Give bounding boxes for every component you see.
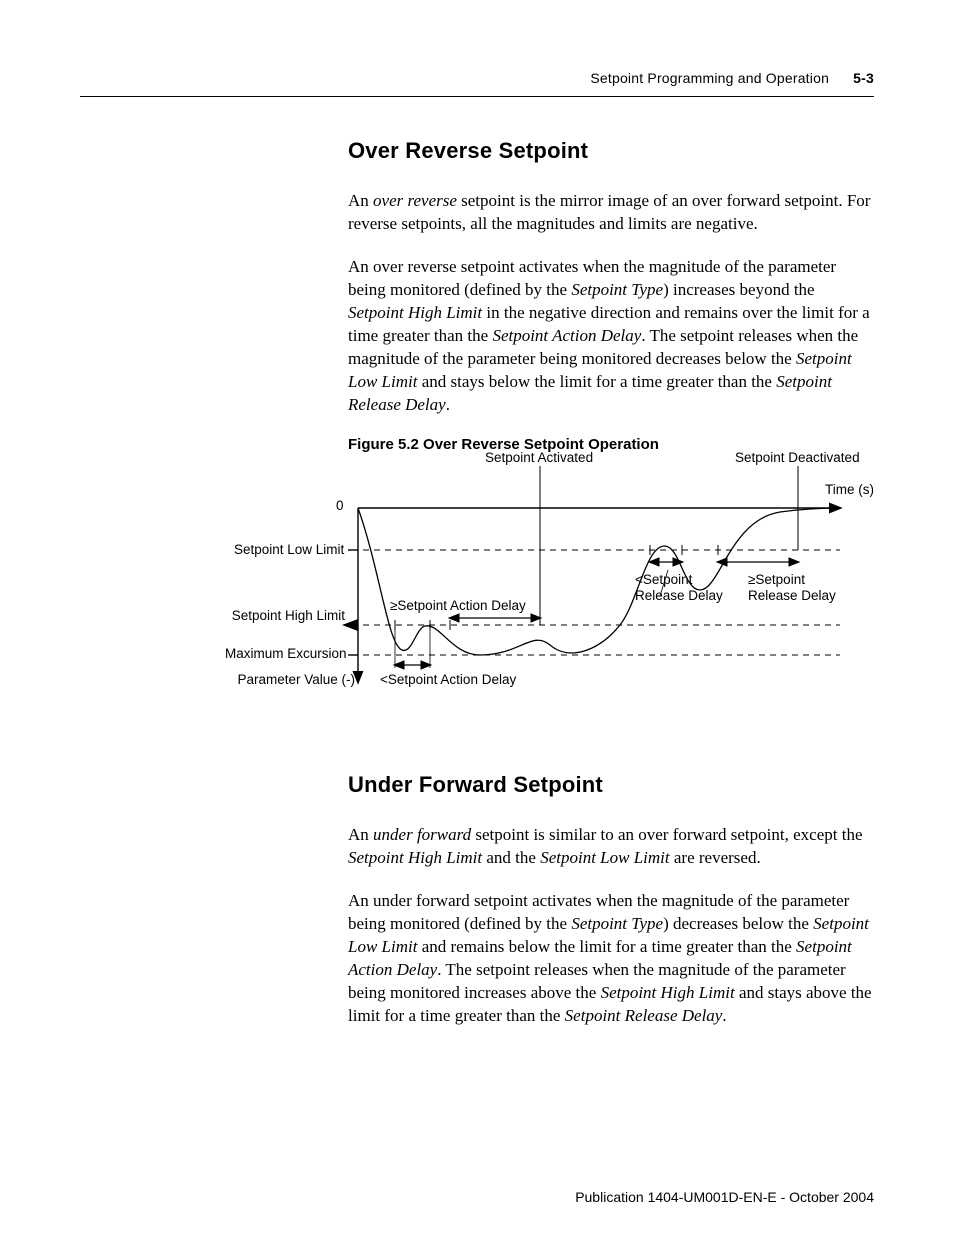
section-name: Setpoint Programming and Operation xyxy=(590,70,829,86)
publication-footer: Publication 1404-UM001D-EN-E - October 2… xyxy=(575,1189,874,1205)
text: setpoint is similar to an over forward s… xyxy=(471,825,862,844)
s2-p2: An under forward setpoint activates when… xyxy=(348,890,874,1028)
s2-p1: An under forward setpoint is similar to … xyxy=(348,824,874,870)
term: Setpoint High Limit xyxy=(348,848,482,867)
figure-diagram xyxy=(80,450,880,710)
term-over-reverse: over reverse xyxy=(373,191,457,210)
text: and stays below the limit for a time gre… xyxy=(417,372,776,391)
term: Setpoint High Limit xyxy=(601,983,735,1002)
text: An xyxy=(348,191,373,210)
header-rule xyxy=(80,96,874,97)
text: and remains below the limit for a time g… xyxy=(417,937,796,956)
s1-p2: An over reverse setpoint activates when … xyxy=(348,256,874,417)
term: Setpoint Action Delay xyxy=(492,326,641,345)
text: are reversed. xyxy=(670,848,761,867)
text: An xyxy=(348,825,373,844)
heading-under-forward: Under Forward Setpoint xyxy=(348,772,874,798)
term: Setpoint Release Delay xyxy=(565,1006,723,1025)
text: . xyxy=(722,1006,726,1025)
term: Setpoint High Limit xyxy=(348,303,482,322)
page-number: 5-3 xyxy=(853,70,874,86)
text: and the xyxy=(482,848,540,867)
text: . xyxy=(446,395,450,414)
term-under-forward: under forward xyxy=(373,825,471,844)
running-header: Setpoint Programming and Operation 5-3 xyxy=(590,70,874,86)
term: Setpoint Type xyxy=(571,280,663,299)
text: ) decreases below the xyxy=(663,914,813,933)
term: Setpoint Low Limit xyxy=(540,848,669,867)
term: Setpoint Type xyxy=(571,914,663,933)
text: ) increases beyond the xyxy=(663,280,815,299)
s1-p1: An over reverse setpoint is the mirror i… xyxy=(348,190,874,236)
heading-over-reverse: Over Reverse Setpoint xyxy=(348,138,874,164)
